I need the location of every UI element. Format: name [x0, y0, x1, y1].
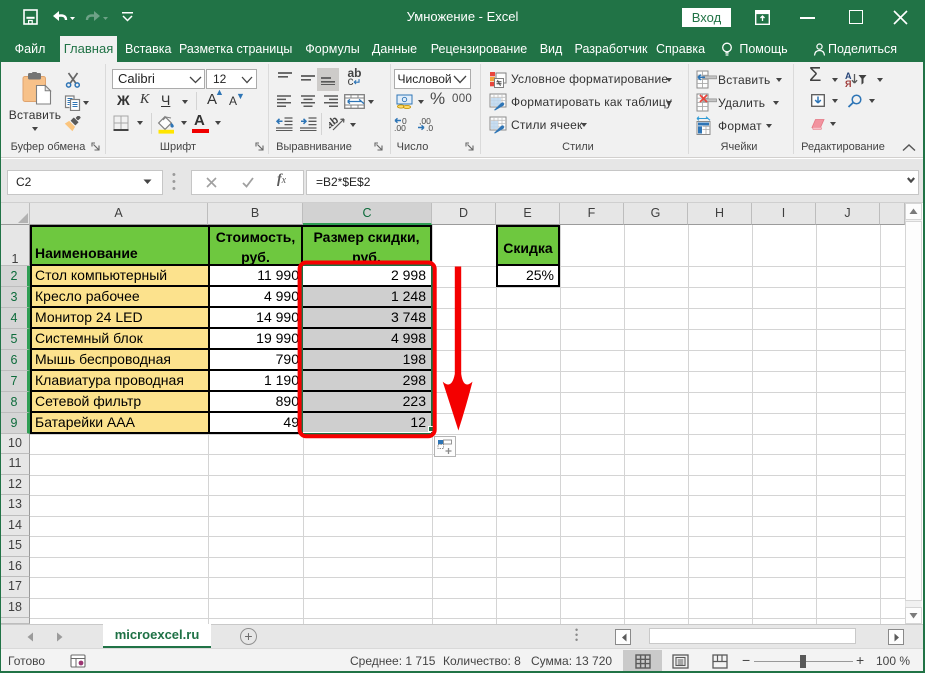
- svg-text:,00: ,00: [394, 123, 406, 131]
- svg-text:Я: Я: [845, 79, 851, 87]
- svg-text:,0: ,0: [426, 123, 433, 131]
